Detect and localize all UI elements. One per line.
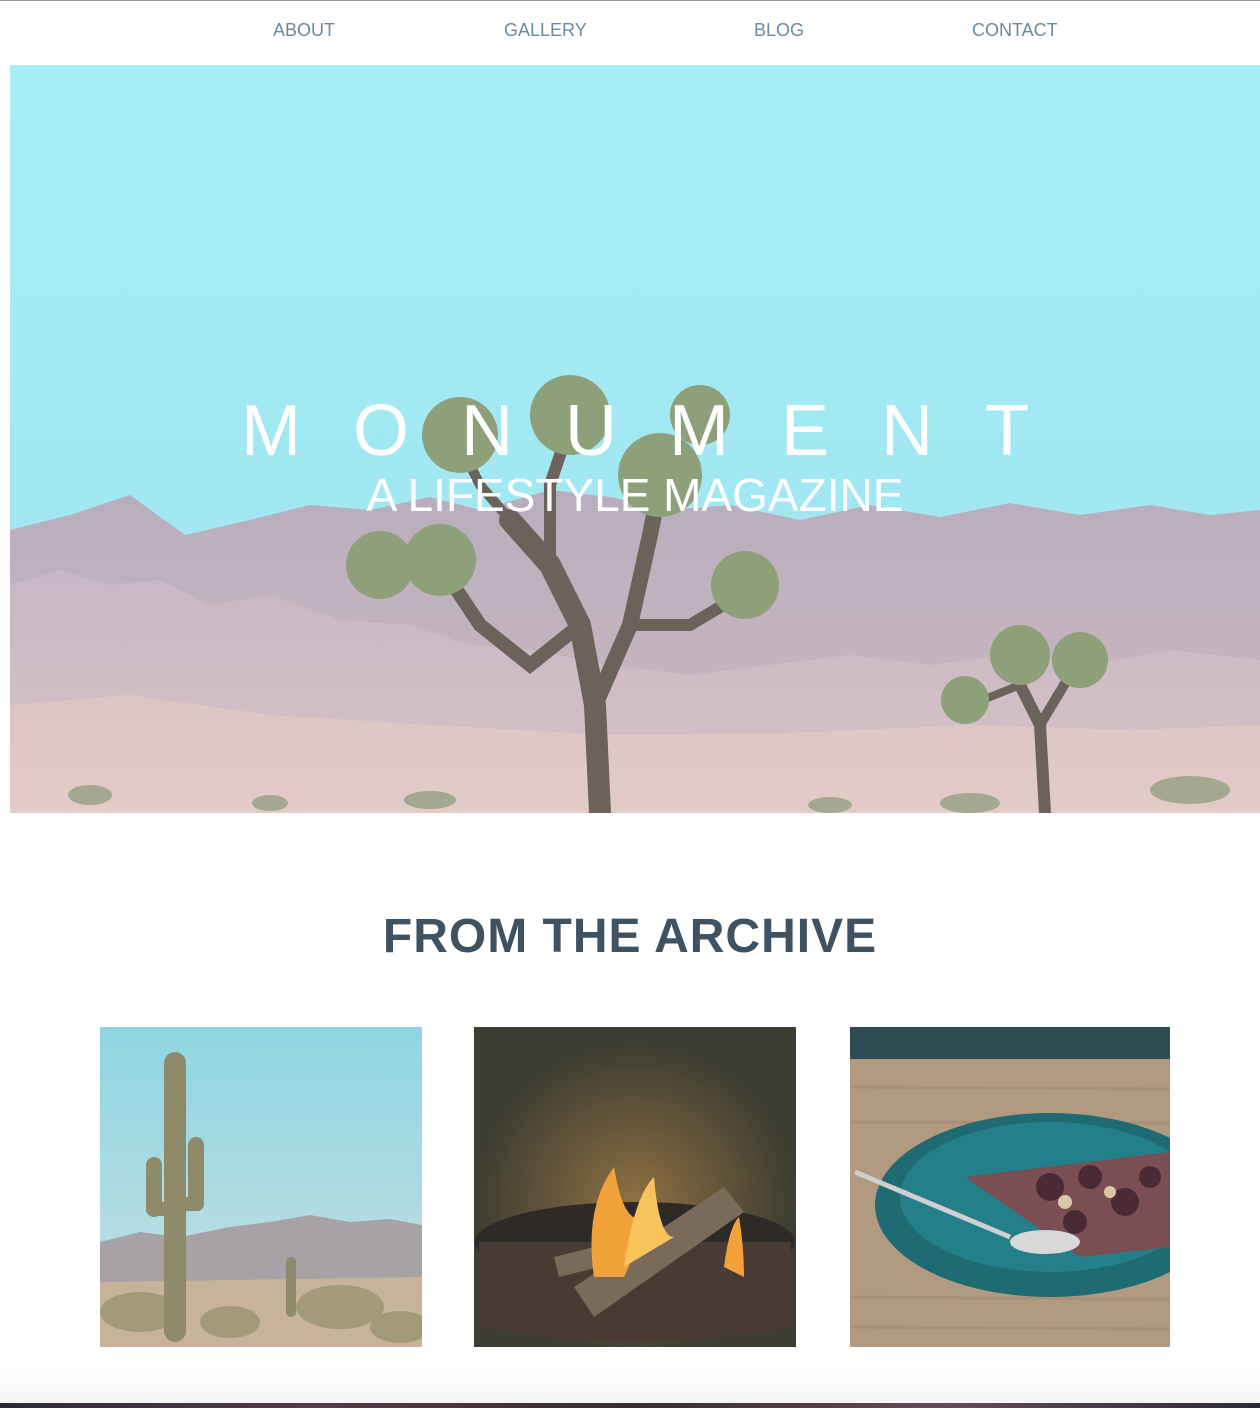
archive-tile-saguaro[interactable] [100, 1027, 422, 1347]
saguaro-cactus-image [100, 1027, 422, 1347]
archive-heading: FROM THE ARCHIVE [382, 910, 878, 963]
nav-blog[interactable]: BLOG [754, 20, 804, 41]
nav-gallery[interactable]: GALLERY [504, 20, 587, 41]
page: ABOUT GALLERY BLOG CONTACT MONUMENT A LI… [0, 0, 1260, 1408]
hero-subtitle: A LIFESTYLE MAGAZINE [366, 469, 904, 521]
nav-contact[interactable]: CONTACT [972, 20, 1058, 41]
hero-title: MONUMENT [241, 391, 1081, 471]
top-navigation: ABOUT GALLERY BLOG CONTACT [0, 1, 1260, 65]
archive-tile-campfire[interactable] [474, 1027, 796, 1347]
nav-about[interactable]: ABOUT [273, 20, 335, 41]
desktop-background-strip [0, 1403, 1260, 1408]
campfire-image [474, 1027, 796, 1347]
tart-plate-image [850, 1027, 1170, 1347]
hero-banner: MONUMENT A LIFESTYLE MAGAZINE [10, 65, 1260, 813]
page-footer-shadow [0, 1361, 1260, 1408]
archive-tile-tart[interactable] [850, 1027, 1170, 1347]
